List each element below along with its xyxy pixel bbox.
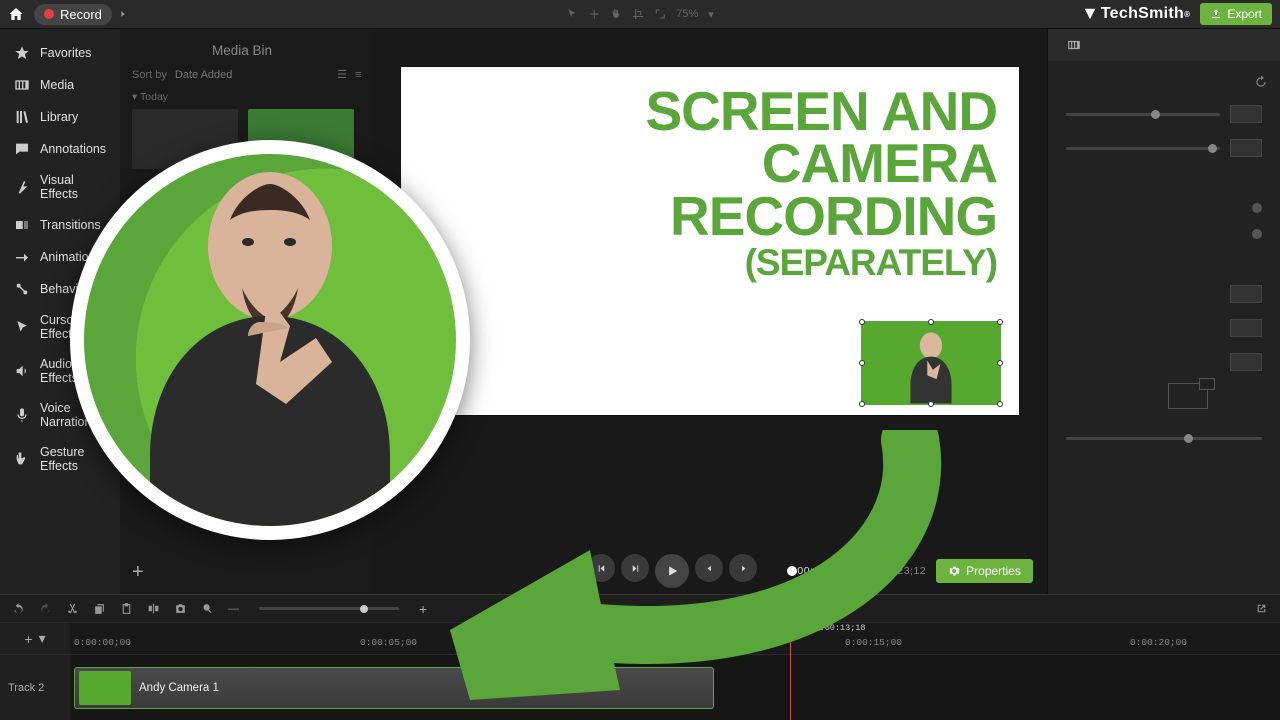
zoom-out-icon[interactable] [201, 602, 214, 615]
property-slider[interactable] [1048, 429, 1280, 448]
position-diagram-icon[interactable] [1168, 383, 1208, 409]
record-menu-arrow-icon[interactable] [118, 9, 128, 19]
hand-tool-icon[interactable] [610, 8, 622, 20]
media-group-label: ▾ Today [132, 91, 361, 103]
crop-tool-icon[interactable] [632, 8, 644, 20]
playhead[interactable]: 0:00:13;18 [790, 633, 791, 720]
add-track-button[interactable]: + [24, 631, 32, 647]
properties-button[interactable]: Properties [936, 559, 1033, 583]
gear-icon [948, 565, 960, 577]
resize-tool-icon[interactable] [654, 8, 666, 20]
media-bin-title: Media Bin [132, 39, 361, 68]
undo-icon[interactable] [12, 602, 25, 615]
copy-icon[interactable] [93, 602, 106, 615]
timeline-track: Track 2 Andy Camera 1 [0, 654, 1280, 720]
timecode: 00:00:13;18/00:00:23;12 [797, 565, 926, 578]
property-slider[interactable] [1048, 97, 1280, 131]
add-media-button[interactable]: + [132, 561, 144, 584]
track-label[interactable]: Track 2 [0, 655, 70, 720]
screenshot-icon[interactable] [174, 602, 187, 615]
cut-icon[interactable] [66, 602, 79, 615]
sort-dropdown[interactable]: Date Added [175, 69, 233, 81]
sidebar-item-favorites[interactable]: Favorites [0, 37, 120, 69]
view-grid-icon[interactable]: ≡ [355, 69, 361, 81]
play-button[interactable] [655, 554, 689, 588]
timeline-zoom-slider[interactable] [259, 607, 399, 610]
export-icon [1210, 8, 1222, 20]
property-value[interactable] [1048, 345, 1280, 379]
paste-icon[interactable] [120, 602, 133, 615]
crosshair-tool-icon[interactable] [588, 8, 600, 20]
next-frame-button[interactable] [621, 554, 649, 582]
property-value[interactable] [1048, 311, 1280, 345]
zoom-level[interactable]: 75% [676, 8, 698, 20]
brand-logo: TechSmith® [1083, 5, 1191, 23]
canvas-toolbar: 75% ▾ [566, 8, 714, 21]
slide-text: SCREEN AND CAMERA RECORDING (SEPARATELY) [423, 85, 997, 281]
property-toggle[interactable] [1048, 221, 1280, 247]
portrait-figure-icon [110, 156, 430, 526]
record-dot-icon [44, 9, 54, 19]
detach-timeline-icon[interactable] [1255, 602, 1268, 615]
top-bar: Record 75% ▾ TechSmith® Export [0, 0, 1280, 29]
export-button[interactable]: Export [1200, 3, 1272, 25]
previous-frame-button[interactable] [587, 554, 615, 582]
export-label: Export [1227, 7, 1262, 21]
property-value[interactable] [1048, 277, 1280, 311]
property-slider[interactable] [1048, 131, 1280, 165]
next-marker-button[interactable] [729, 554, 757, 582]
sidebar-item-library[interactable]: Library [0, 101, 120, 133]
overlay-portrait [70, 140, 470, 540]
split-icon[interactable] [147, 602, 160, 615]
camera-figure-icon [903, 328, 959, 404]
reset-icon[interactable] [1254, 75, 1268, 89]
select-tool-icon[interactable] [566, 8, 578, 20]
timeline-toolbar: — + [0, 594, 1280, 622]
track-options-button[interactable]: ▾ [39, 630, 46, 647]
zoom-dropdown-icon[interactable]: ▾ [708, 8, 714, 21]
record-label: Record [60, 7, 102, 22]
properties-panel [1047, 29, 1280, 594]
timeline-ruler[interactable]: + ▾ 0:00:00;00 0:00:05;00 0:00:10;00 0:0… [0, 622, 1280, 654]
timeline-clip[interactable]: Andy Camera 1 [74, 667, 714, 709]
redo-icon[interactable] [39, 602, 52, 615]
properties-tab-video[interactable] [1048, 29, 1280, 61]
sidebar-item-media[interactable]: Media [0, 69, 120, 101]
view-list-icon[interactable]: ☰ [337, 68, 347, 81]
home-icon[interactable] [8, 6, 24, 22]
previous-marker-button[interactable] [695, 554, 723, 582]
property-toggle[interactable] [1048, 195, 1280, 221]
zoom-in-button[interactable]: + [419, 601, 427, 617]
sort-by-label: Sort by [132, 69, 167, 81]
canvas-slide[interactable]: SCREEN AND CAMERA RECORDING (SEPARATELY) [401, 67, 1019, 415]
clip-name: Andy Camera 1 [139, 682, 219, 694]
canvas-area: SCREEN AND CAMERA RECORDING (SEPARATELY) [373, 29, 1046, 594]
clip-thumbnail-icon [79, 671, 131, 705]
selected-clip-overlay[interactable] [861, 321, 1001, 405]
playback-bar: 00:00:13;18/00:00:23;12 Properties [373, 548, 1046, 594]
record-button[interactable]: Record [34, 4, 112, 25]
